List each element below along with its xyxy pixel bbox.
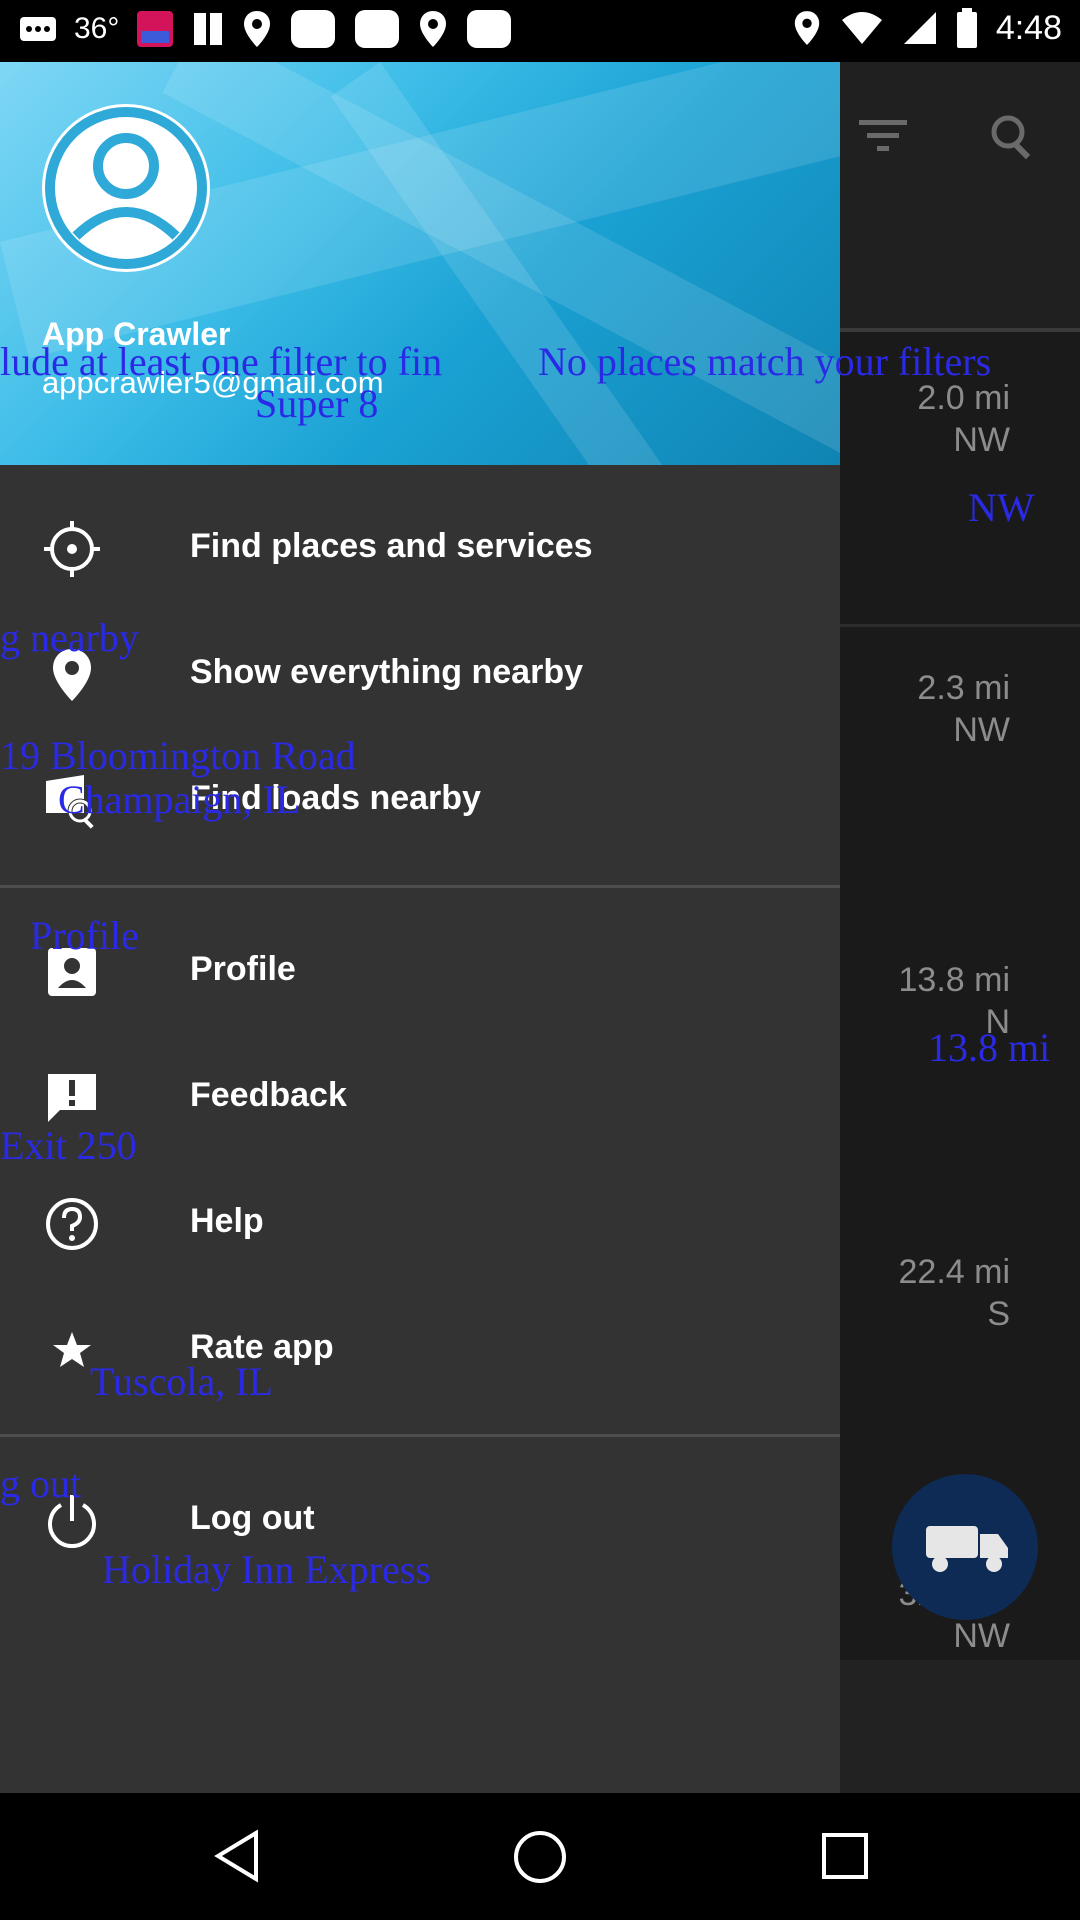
result-direction: NW bbox=[953, 421, 1010, 459]
result-distance: 13.8 mi bbox=[898, 961, 1011, 999]
recents-icon[interactable] bbox=[820, 1831, 870, 1881]
menu-divider bbox=[0, 1434, 840, 1437]
rounded-square-icon bbox=[355, 10, 400, 48]
home-icon[interactable] bbox=[512, 1829, 568, 1885]
feedback-icon bbox=[48, 1074, 96, 1122]
drawer-header: App Crawler appcrawler5@gmail.com bbox=[0, 62, 840, 465]
status-bar: 36° 4:48 bbox=[0, 0, 1080, 62]
background-footer bbox=[840, 1660, 1080, 1793]
temperature: 36° bbox=[74, 12, 120, 45]
truck-icon bbox=[926, 1526, 1008, 1572]
truck-fab-button[interactable] bbox=[892, 1474, 1038, 1620]
location-icon bbox=[794, 11, 819, 45]
system-nav-bar bbox=[0, 1793, 1080, 1920]
menu-label: Feedback bbox=[190, 1076, 347, 1114]
pop-app-icon bbox=[137, 11, 174, 47]
overlay-no-match: No places match your filters bbox=[538, 339, 992, 384]
location-icon bbox=[244, 11, 271, 47]
menu-label: Profile bbox=[190, 950, 296, 988]
search-icon[interactable] bbox=[988, 112, 1038, 162]
menu-label: Find places and services bbox=[190, 527, 593, 565]
clock: 4:48 bbox=[995, 8, 1062, 47]
flash-icon bbox=[194, 13, 223, 45]
menu-label: Log out bbox=[190, 1499, 315, 1537]
help-icon bbox=[46, 1198, 98, 1250]
menu-label: Help bbox=[190, 1202, 264, 1240]
status-left: 36° bbox=[18, 8, 513, 50]
overlay-address: 19 Bloomington Road bbox=[0, 733, 356, 778]
overlay-profile: Profile bbox=[30, 913, 139, 958]
crosshair-icon bbox=[44, 521, 100, 577]
menu-item-help[interactable]: Help bbox=[0, 1160, 840, 1286]
result-direction: NW bbox=[953, 1617, 1010, 1655]
overlay-nearby: g nearby bbox=[0, 615, 139, 660]
result-row[interactable]: 2.3 mi NW bbox=[840, 627, 1080, 922]
overlay-distance: 13.8 mi bbox=[928, 1025, 1051, 1070]
wifi-icon bbox=[841, 12, 882, 44]
overlay-city: Champaign, IL bbox=[58, 777, 301, 822]
location-icon bbox=[420, 11, 447, 47]
result-direction: S bbox=[987, 1295, 1010, 1333]
overlay-holiday: Holiday Inn Express bbox=[102, 1547, 431, 1592]
menu-label: Show everything nearby bbox=[190, 653, 583, 691]
overlay-exit: Exit 250 bbox=[0, 1123, 137, 1168]
account-icon bbox=[45, 107, 207, 269]
result-direction: NW bbox=[953, 711, 1010, 749]
rounded-square-icon bbox=[291, 10, 336, 48]
overlay-super8: Super 8 bbox=[255, 381, 379, 426]
overlay-logout: g out bbox=[0, 1461, 82, 1506]
overlay-nw: NW bbox=[968, 485, 1035, 530]
battery-icon bbox=[956, 8, 977, 48]
menu-divider bbox=[0, 885, 840, 888]
overlay-filter-hint: lude at least one filter to fin bbox=[0, 339, 443, 384]
signal-icon bbox=[903, 12, 936, 44]
back-icon[interactable] bbox=[212, 1829, 262, 1883]
result-distance: 22.4 mi bbox=[898, 1253, 1011, 1291]
message-icon bbox=[20, 17, 56, 41]
result-distance: 2.3 mi bbox=[917, 669, 1010, 707]
result-row[interactable]: 22.4 mi S bbox=[840, 1211, 1080, 1506]
rounded-square-icon bbox=[467, 10, 512, 48]
filter-icon[interactable] bbox=[857, 116, 909, 156]
status-right: 4:48 bbox=[792, 8, 1062, 48]
avatar[interactable] bbox=[42, 104, 210, 272]
overlay-tuscola: Tuscola, IL bbox=[90, 1359, 273, 1404]
menu-item-find-places[interactable]: Find places and services bbox=[0, 485, 840, 611]
